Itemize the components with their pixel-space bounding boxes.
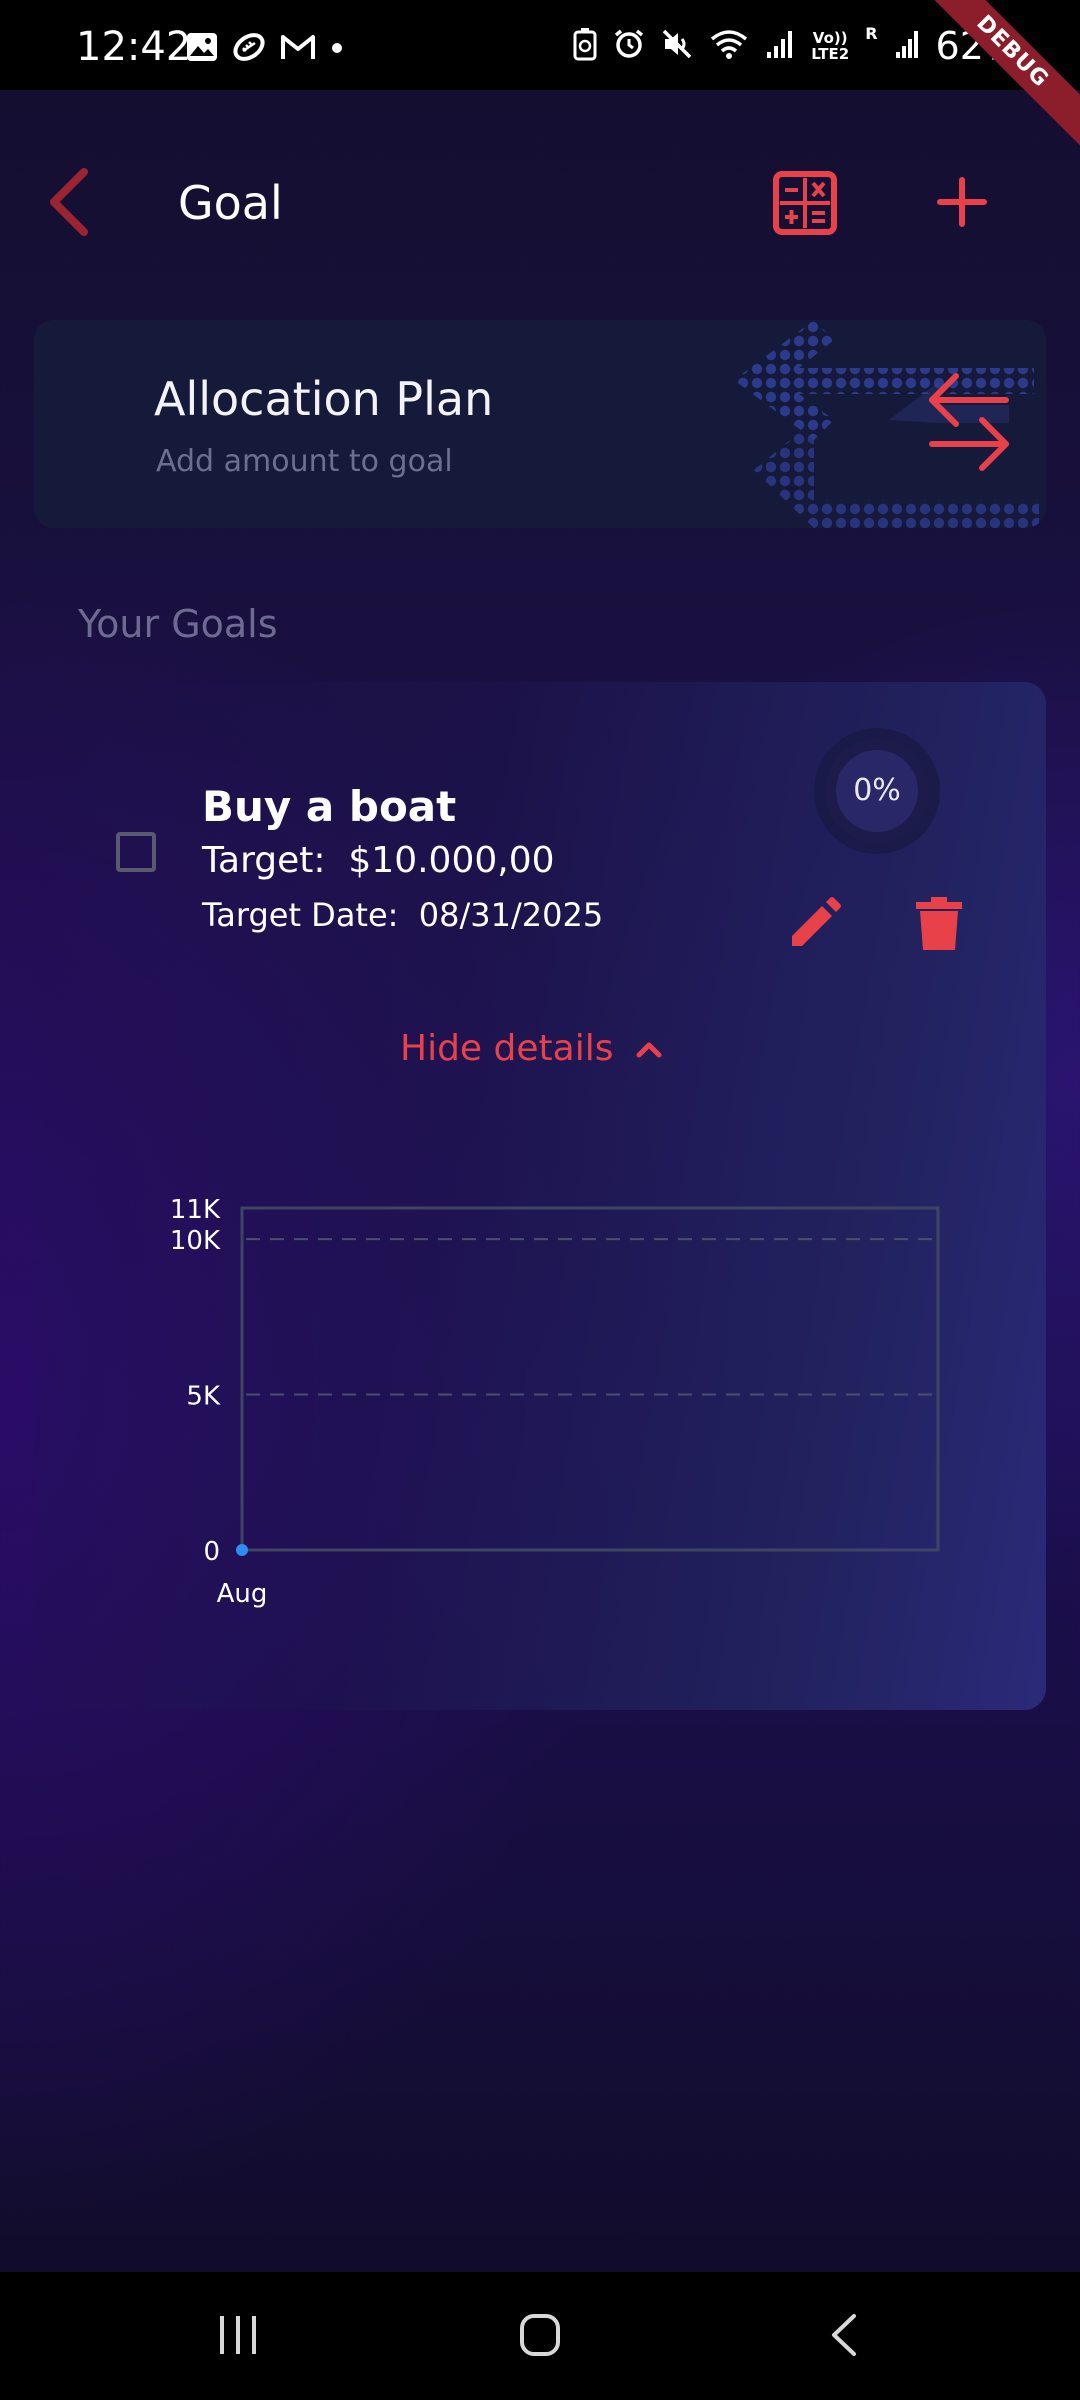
- battery-saver-icon: [573, 27, 597, 65]
- status-bar: 12:42 Vo)) LTE2 R 62%: [0, 0, 1080, 90]
- page-title: Goal: [178, 176, 283, 230]
- signal-icon: [765, 28, 795, 64]
- chart-frame: [240, 1206, 940, 1552]
- plus-icon: [937, 177, 987, 227]
- allocation-plan-subtitle: Add amount to goal: [156, 444, 453, 479]
- status-system-icons: Vo)) LTE2 R 62%: [573, 24, 1020, 68]
- football-icon: [232, 32, 266, 66]
- chart-y-tick-label: 11K: [170, 1195, 221, 1225]
- goal-card: Buy a boat Target: $10.000,00 Target Dat…: [34, 682, 1046, 1710]
- back-icon: [832, 2314, 856, 2356]
- wifi-icon: [709, 28, 749, 64]
- status-notification-icons: [186, 32, 344, 66]
- gallery-icon: [186, 32, 218, 66]
- roaming-indicator: R: [865, 24, 878, 43]
- chevron-left-icon: [50, 168, 88, 236]
- recents-button[interactable]: [216, 2312, 260, 2358]
- volte-indicator: Vo)) LTE2: [811, 29, 850, 63]
- gmail-icon: [280, 33, 316, 65]
- calculator-icon: [773, 171, 837, 235]
- alarm-icon: [613, 28, 645, 64]
- allocation-plan-card[interactable]: Allocation Plan Add amount to goal: [34, 320, 1046, 528]
- home-icon: [520, 2314, 560, 2356]
- chart-data-point: [236, 1544, 248, 1556]
- signal-2-icon: [894, 28, 920, 64]
- chart-y-tick-label: 10K: [170, 1226, 221, 1256]
- mute-icon: [661, 28, 693, 64]
- dot-icon: [330, 40, 344, 59]
- chart-y-tick-label: 5K: [186, 1382, 221, 1412]
- your-goals-heading: Your Goals: [78, 602, 278, 646]
- chart-svg: 0 5K 10K11K Aug: [170, 1195, 940, 1609]
- system-back-button[interactable]: [826, 2312, 862, 2358]
- calculator-button[interactable]: [772, 170, 838, 236]
- add-goal-button[interactable]: [930, 170, 994, 234]
- home-button[interactable]: [518, 2312, 562, 2358]
- goal-progress-chart: 0 5K 10K 11K Aug: [34, 682, 1046, 1710]
- back-button[interactable]: [40, 162, 100, 242]
- recents-icon: [220, 2316, 256, 2354]
- swap-arrows-icon: [734, 320, 1039, 528]
- status-time: 12:42: [76, 24, 192, 70]
- chart-y-tick-label: 0: [203, 1537, 220, 1567]
- system-navigation-bar: [0, 2272, 1080, 2400]
- chart-x-tick-label: Aug: [217, 1579, 268, 1609]
- app-bar: Goal: [0, 90, 1080, 320]
- allocation-plan-title: Allocation Plan: [154, 372, 494, 426]
